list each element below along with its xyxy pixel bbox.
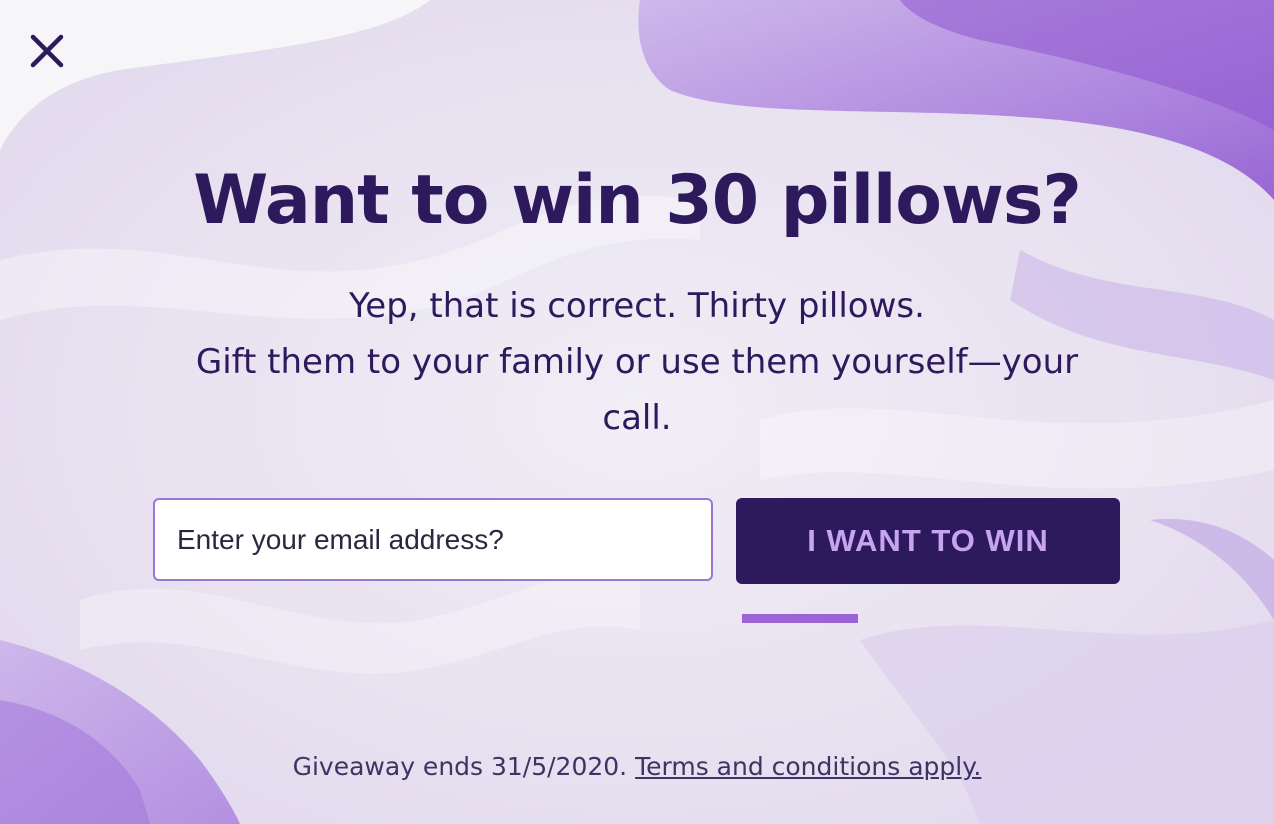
accent-divider: [742, 614, 858, 623]
popup-headline: Want to win 30 pillows?: [193, 161, 1082, 240]
popup-subtext-line1: Yep, that is correct. Thirty pillows.: [349, 286, 925, 326]
giveaway-footer: Giveaway ends 31/5/2020. Terms and condi…: [0, 748, 1274, 786]
close-icon[interactable]: [26, 30, 68, 72]
giveaway-popup: Want to win 30 pillows? Yep, that is cor…: [0, 0, 1274, 824]
i-want-to-win-button[interactable]: I WANT TO WIN: [736, 498, 1120, 584]
giveaway-end-text: Giveaway ends 31/5/2020.: [292, 752, 628, 781]
email-input[interactable]: [153, 498, 713, 581]
popup-subtext-line2: Gift them to your family or use them you…: [195, 342, 1079, 438]
terms-and-conditions-link[interactable]: Terms and conditions apply.: [635, 752, 981, 781]
